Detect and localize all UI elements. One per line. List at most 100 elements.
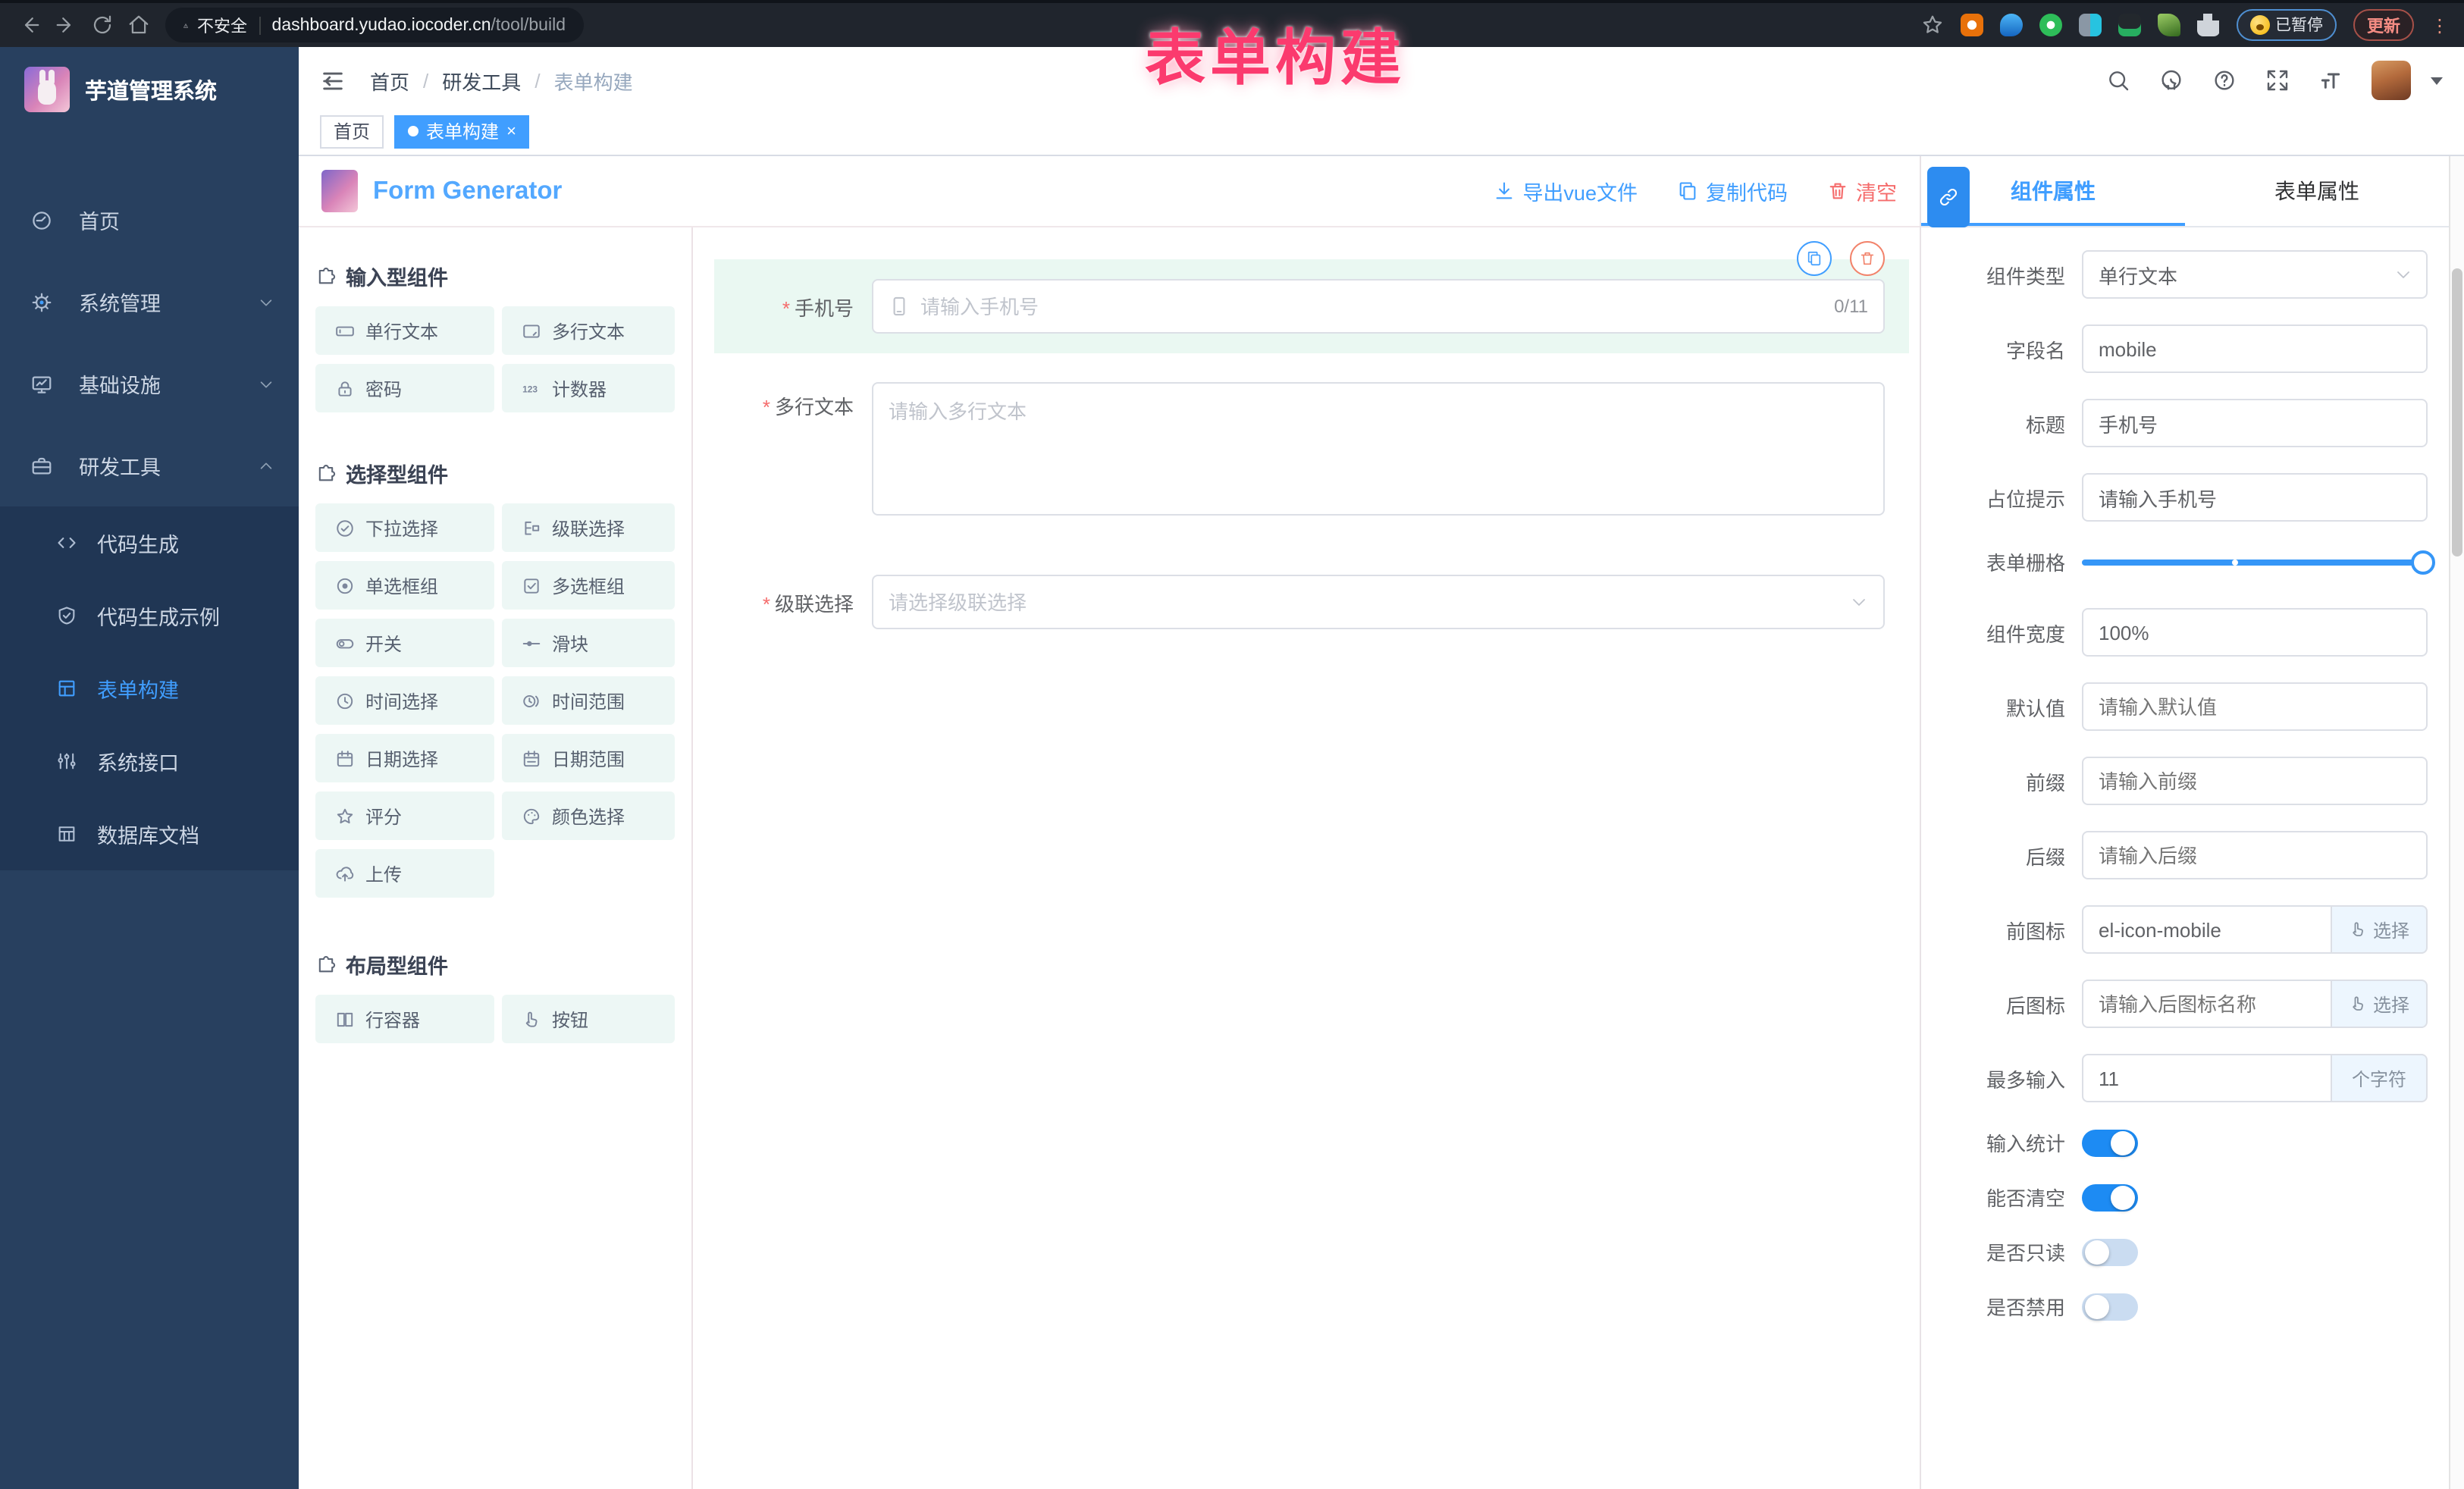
width-input[interactable] [2082, 608, 2428, 657]
search-icon[interactable] [2106, 68, 2130, 92]
extension-icon[interactable] [1999, 14, 2022, 36]
user-menu-caret-icon[interactable] [2431, 77, 2443, 84]
cascader-input-field[interactable] [889, 591, 1839, 613]
cascader-icon [522, 518, 541, 538]
window-scrollbar[interactable] [2449, 156, 2464, 1489]
suffix-icon-input[interactable] [2082, 980, 2331, 1028]
scrollbar-thumb[interactable] [2452, 268, 2462, 556]
component-time-range[interactable]: 时间范围 [502, 676, 675, 725]
default-value-input[interactable] [2082, 682, 2428, 731]
chevron-down-icon [258, 293, 274, 310]
breadcrumb-home[interactable]: 首页 [370, 66, 409, 95]
fullscreen-icon[interactable] [2265, 68, 2290, 92]
cascader-input[interactable] [872, 575, 1885, 629]
tab-form-props[interactable]: 表单属性 [2185, 156, 2449, 226]
choose-prefix-icon-button[interactable]: 选择 [2331, 905, 2428, 954]
home-icon[interactable] [127, 14, 150, 36]
sidebar-item-infra[interactable]: 基础设施 [0, 343, 299, 425]
form-grid-slider[interactable] [2082, 559, 2425, 565]
copy-code-button[interactable]: 复制代码 [1677, 176, 1788, 206]
show-count-toggle[interactable] [2082, 1129, 2138, 1156]
help-icon[interactable] [2212, 68, 2237, 92]
component-date-picker[interactable]: 日期选择 [315, 734, 494, 782]
extension-icon[interactable] [2039, 14, 2061, 36]
reload-icon[interactable] [91, 14, 114, 36]
lock-icon [335, 378, 355, 398]
prop-field-name: 字段名 [1921, 324, 2428, 373]
sidebar-item-system[interactable]: 系统管理 [0, 261, 299, 343]
collapse-sidebar-icon[interactable] [320, 67, 346, 93]
extension-icon[interactable] [2157, 14, 2180, 36]
choose-suffix-icon-button[interactable]: 选择 [2331, 980, 2428, 1028]
sidebar-item-db-doc[interactable]: 数据库文档 [0, 798, 299, 870]
back-icon[interactable] [18, 14, 41, 36]
export-vue-button[interactable]: 导出vue文件 [1494, 176, 1638, 206]
readonly-toggle[interactable] [2082, 1238, 2138, 1265]
form-canvas[interactable]: *手机号 0/11 [693, 227, 1920, 1489]
app-logo-row[interactable]: 芋道管理系统 [0, 47, 299, 132]
sidebar-item-code-gen[interactable]: 代码生成 [0, 506, 299, 579]
json-drawer-button[interactable] [1927, 167, 1970, 227]
extension-icon[interactable] [1960, 14, 1983, 36]
canvas-field-textarea[interactable]: *多行文本 [714, 373, 1909, 516]
suffix-input[interactable] [2082, 831, 2428, 879]
component-select[interactable]: 下拉选择 [315, 503, 494, 552]
max-input-field[interactable] [2082, 1054, 2331, 1102]
prefix-input[interactable] [2082, 757, 2428, 805]
component-row-container[interactable]: 行容器 [315, 995, 494, 1043]
disabled-toggle[interactable] [2082, 1293, 2138, 1320]
puzzle-icon [315, 265, 337, 287]
component-slider[interactable]: 滑块 [502, 619, 675, 667]
mobile-input[interactable]: 0/11 [872, 279, 1885, 334]
component-textarea[interactable]: 多行文本 [502, 306, 675, 355]
slider-handle[interactable] [2411, 550, 2435, 574]
textarea-input[interactable] [872, 382, 1885, 516]
bookmark-star-icon[interactable] [1920, 14, 1943, 36]
prefix-icon-input[interactable] [2082, 905, 2331, 954]
duplicate-field-button[interactable] [1797, 241, 1832, 276]
tag-form-build[interactable]: 表单构建 × [394, 114, 530, 148]
placeholder-input[interactable] [2082, 473, 2428, 522]
mobile-input-field[interactable] [920, 295, 1823, 318]
component-color-picker[interactable]: 颜色选择 [502, 792, 675, 840]
component-time-picker[interactable]: 时间选择 [315, 676, 494, 725]
close-tag-icon[interactable]: × [506, 122, 516, 140]
component-switch[interactable]: 开关 [315, 619, 494, 667]
canvas-field-mobile[interactable]: *手机号 0/11 [714, 259, 1909, 353]
browser-menu-icon[interactable]: ⋮ [2431, 17, 2449, 33]
sidebar-item-home[interactable]: 首页 [0, 179, 299, 261]
sidebar-item-code-gen-demo[interactable]: 代码生成示例 [0, 579, 299, 652]
user-avatar[interactable] [2372, 61, 2411, 100]
address-bar[interactable]: 不安全 dashboard.yudao.iocoder.cn/tool/buil… [165, 8, 584, 42]
component-single-line-text[interactable]: 单行文本 [315, 306, 494, 355]
title-input[interactable] [2082, 399, 2428, 447]
component-password[interactable]: 密码 [315, 364, 494, 412]
component-rate[interactable]: 评分 [315, 792, 494, 840]
clear-button[interactable]: 清空 [1827, 176, 1897, 206]
component-upload[interactable]: 上传 [315, 849, 494, 898]
sidebar-item-system-api[interactable]: 系统接口 [0, 725, 299, 798]
forward-icon[interactable] [55, 14, 77, 36]
component-cascader[interactable]: 级联选择 [502, 503, 675, 552]
field-name-input[interactable] [2082, 324, 2428, 373]
component-counter[interactable]: 123计数器 [502, 364, 675, 412]
delete-field-button[interactable] [1850, 241, 1885, 276]
sidebar-item-form-build[interactable]: 表单构建 [0, 652, 299, 725]
extension-icon[interactable] [2078, 14, 2101, 36]
extension-icon[interactable] [2118, 14, 2140, 36]
component-radio-group[interactable]: 单选框组 [315, 561, 494, 610]
component-type-select[interactable] [2082, 250, 2428, 299]
update-button[interactable]: 更新 [2353, 9, 2414, 41]
clearable-toggle[interactable] [2082, 1183, 2138, 1211]
paused-badge[interactable]: 已暂停 [2236, 9, 2337, 41]
component-checkbox-group[interactable]: 多选框组 [502, 561, 675, 610]
breadcrumb-devtools[interactable]: 研发工具 [442, 66, 521, 95]
github-icon[interactable] [2159, 68, 2183, 92]
component-date-range[interactable]: 日期范围 [502, 734, 675, 782]
component-button[interactable]: 按钮 [502, 995, 675, 1043]
extensions-puzzle-icon[interactable] [2196, 14, 2219, 36]
sidebar-item-devtools[interactable]: 研发工具 [0, 425, 299, 506]
canvas-field-cascader[interactable]: *级联选择 [714, 566, 1909, 638]
font-size-icon[interactable] [2318, 68, 2343, 92]
tag-home[interactable]: 首页 [320, 114, 384, 148]
